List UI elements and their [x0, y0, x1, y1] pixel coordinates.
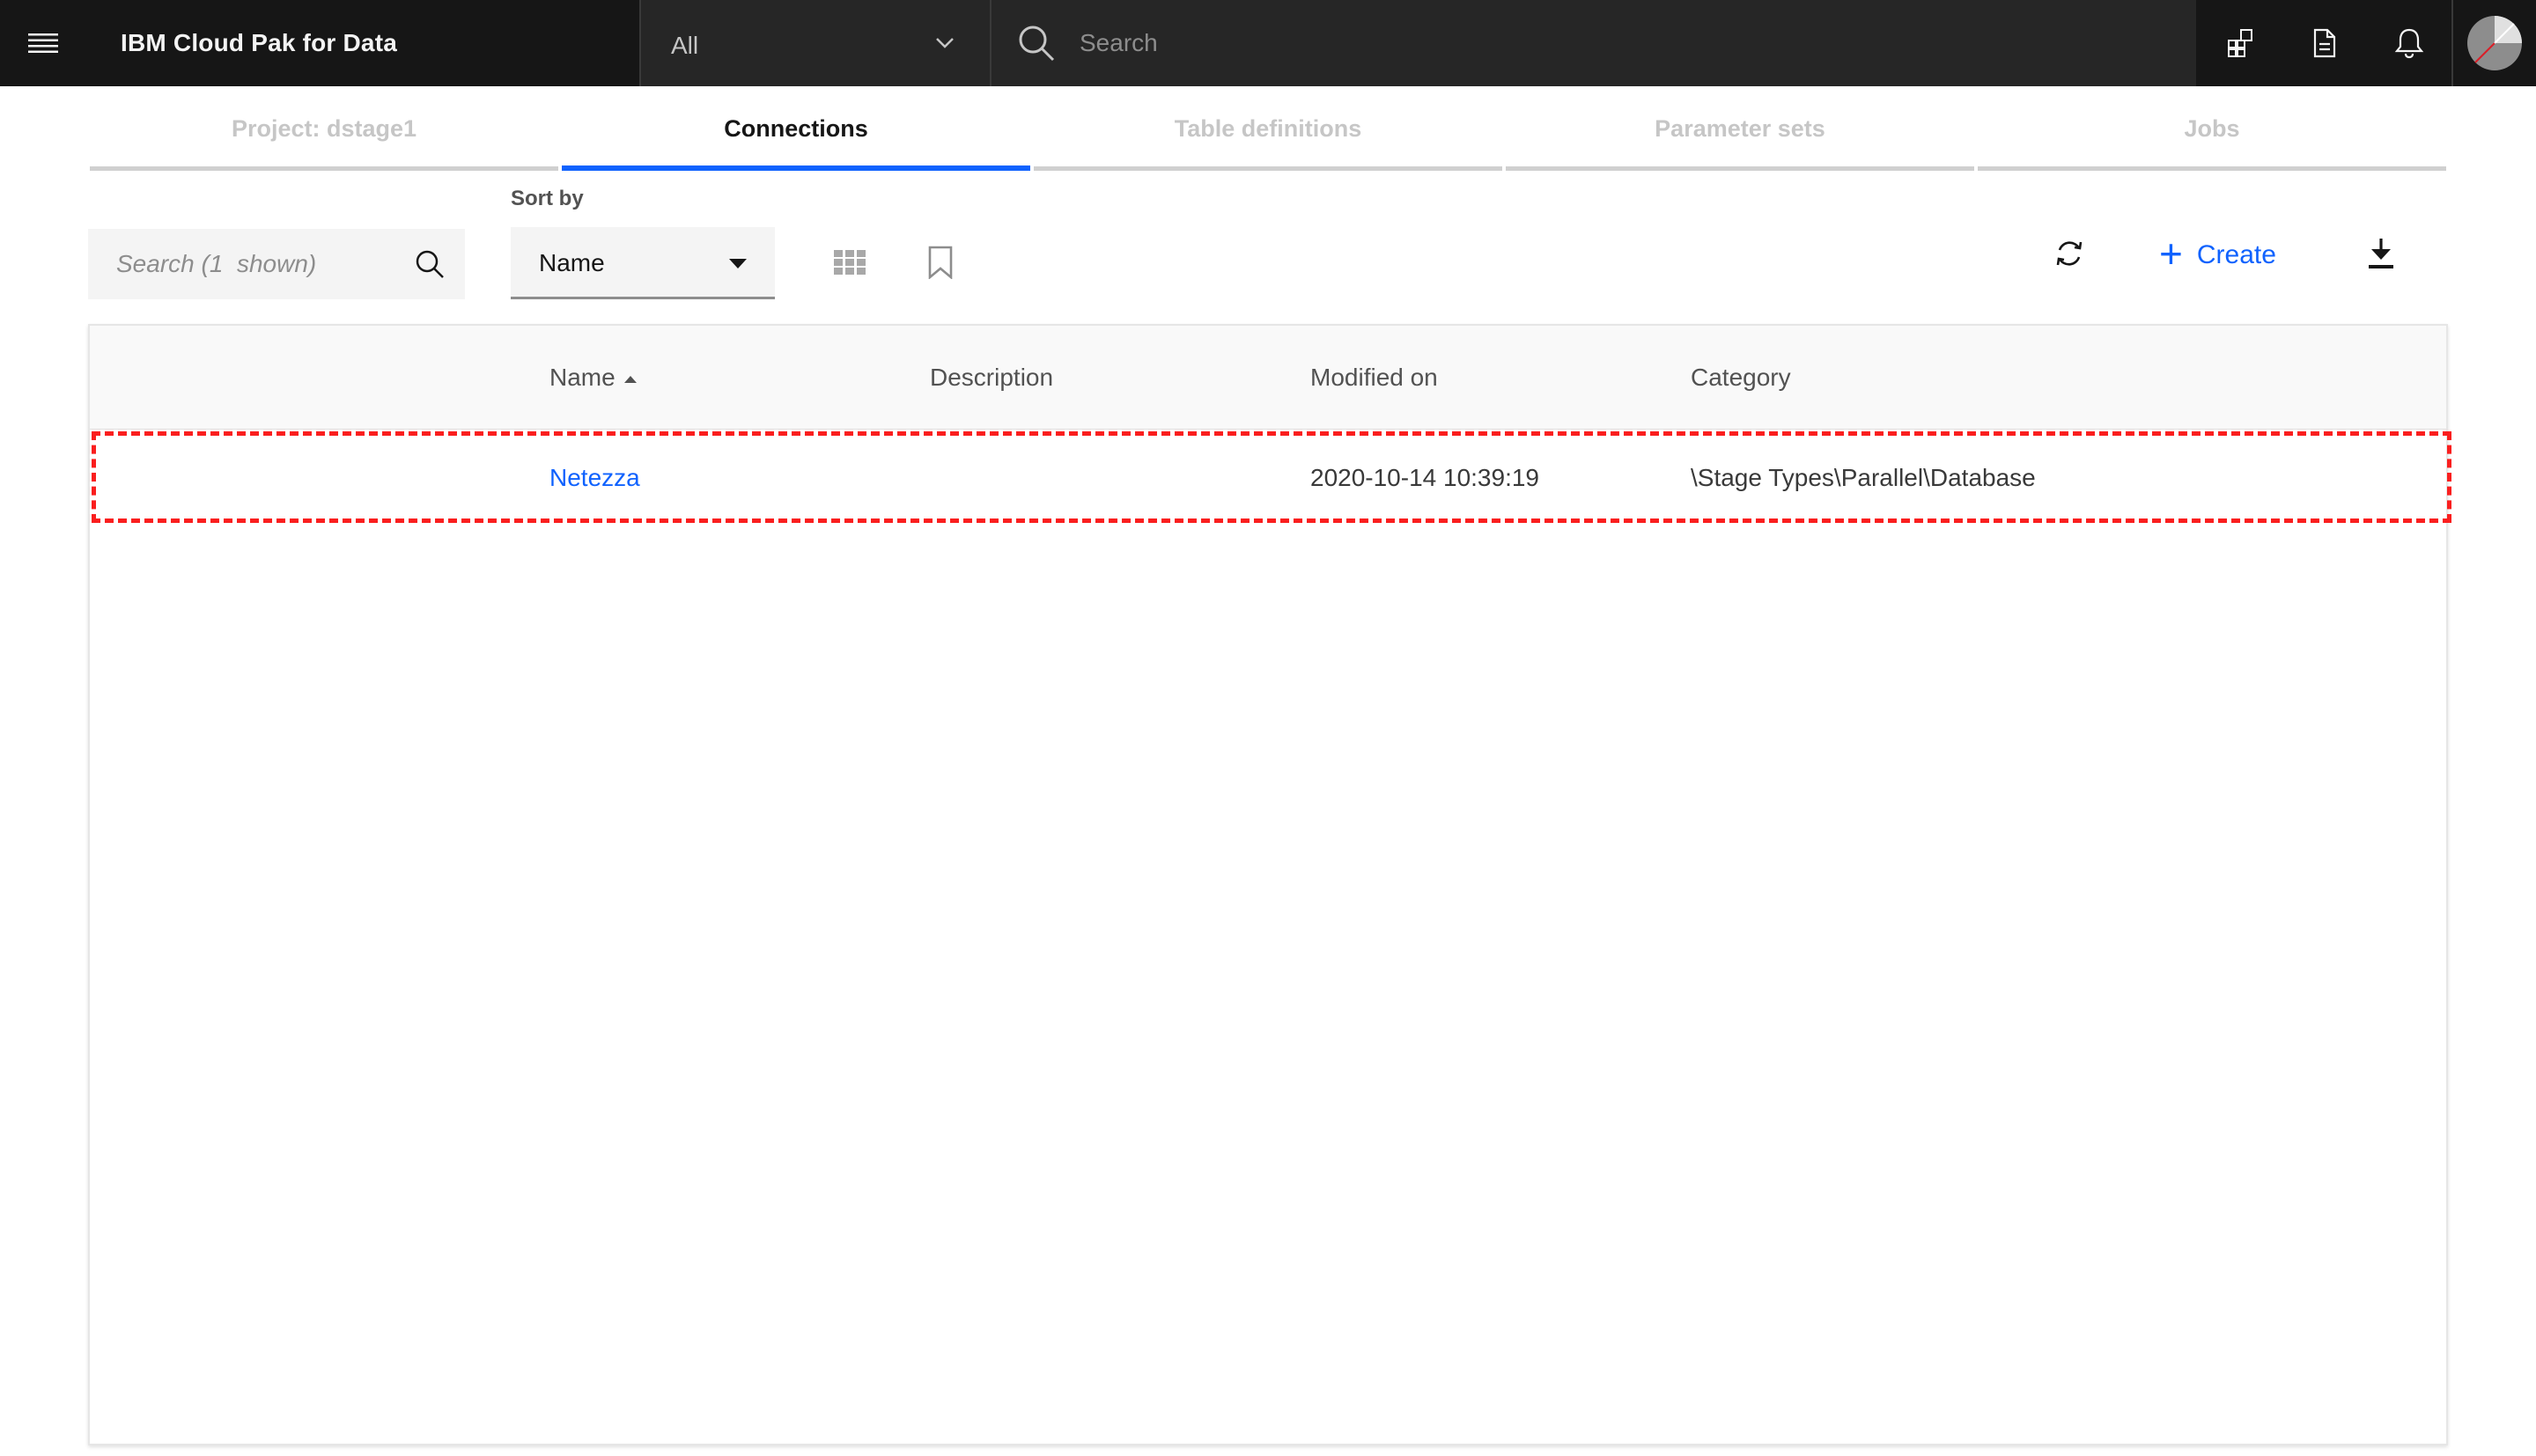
search-icon	[1018, 25, 1055, 66]
connections-search	[88, 229, 465, 299]
global-search	[992, 0, 2196, 86]
global-search-input[interactable]	[1080, 0, 2136, 86]
plus-icon: +	[2159, 231, 2183, 276]
sort-by-value: Name	[539, 249, 605, 276]
caret-down-icon	[729, 259, 747, 268]
scope-dropdown-value: All	[671, 32, 699, 59]
create-button-label: Create	[2196, 240, 2276, 269]
document-icon[interactable]	[2282, 0, 2367, 86]
sort-by-label: Sort by	[511, 187, 584, 210]
app-title[interactable]: IBM Cloud Pak for Data	[121, 0, 397, 86]
chevron-down-icon	[935, 37, 955, 54]
column-header-category[interactable]: Category	[1691, 326, 1791, 430]
connections-table: Name Description Modified on Category Ne…	[88, 324, 2448, 1445]
connection-category: \Stage Types\Parallel\Database	[1691, 464, 2036, 491]
apps-icon[interactable]	[2198, 0, 2282, 86]
column-header-modified-on[interactable]: Modified on	[1310, 326, 1438, 430]
sort-ascending-icon	[623, 375, 637, 383]
table-header: Name Description Modified on Category	[90, 326, 2446, 430]
scope-dropdown[interactable]: All	[639, 0, 992, 86]
tab-table-definitions[interactable]: Table definitions	[1032, 104, 1504, 171]
table-row[interactable]: Netezza 2020-10-14 10:39:19 \Stage Types…	[90, 430, 2446, 526]
grid-view-icon[interactable]	[823, 236, 876, 289]
column-header-name-label: Name	[549, 364, 616, 391]
connection-modified-on: 2020-10-14 10:39:19	[1310, 464, 1539, 491]
column-header-description[interactable]: Description	[930, 326, 1053, 430]
connections-search-input[interactable]	[116, 229, 407, 299]
column-header-name[interactable]: Name	[549, 326, 637, 430]
hamburger-menu-icon[interactable]	[0, 0, 86, 86]
create-button[interactable]: + Create	[2159, 231, 2318, 280]
refresh-icon[interactable]	[2043, 227, 2096, 280]
search-icon[interactable]	[414, 248, 446, 284]
project-tabs: Project: dstage1 Connections Table defin…	[88, 104, 2448, 171]
connection-name-link[interactable]: Netezza	[549, 430, 640, 526]
notification-bell-icon[interactable]	[2367, 0, 2451, 86]
top-header: IBM Cloud Pak for Data All	[0, 0, 2536, 86]
tab-project[interactable]: Project: dstage1	[88, 104, 560, 171]
tab-jobs[interactable]: Jobs	[1976, 104, 2448, 171]
download-icon[interactable]	[2355, 227, 2407, 280]
bookmark-icon[interactable]	[914, 236, 967, 289]
sort-by-dropdown[interactable]: Name	[511, 227, 775, 299]
tab-parameter-sets[interactable]: Parameter sets	[1504, 104, 1976, 171]
tab-connections[interactable]: Connections	[560, 104, 1032, 171]
user-avatar-icon[interactable]	[2451, 0, 2536, 86]
